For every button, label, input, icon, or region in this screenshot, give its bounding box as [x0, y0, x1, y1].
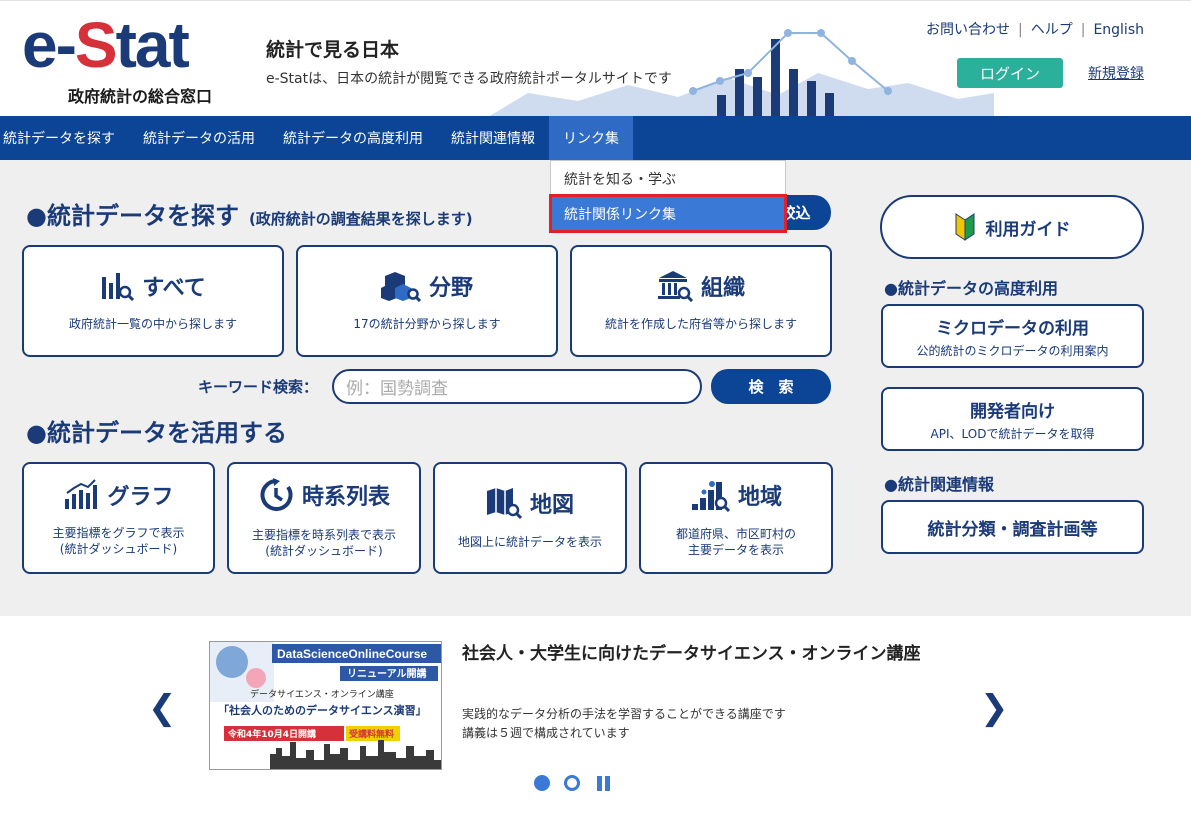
carousel-prev-icon[interactable]: ❮	[148, 688, 177, 728]
logo-wordmark: e-Stat	[22, 9, 190, 81]
card-graph[interactable]: グラフ 主要指標をグラフで表示 (統計ダッシュボード)	[22, 462, 215, 574]
microdata-title: ミクロデータの利用	[936, 318, 1089, 339]
card-all[interactable]: すべて 政府統計一覧の中から探します	[22, 245, 284, 357]
advanced-use-heading: ●統計データの高度利用	[884, 279, 1058, 298]
card-timeseries-desc-2: (統計ダッシュボード)	[265, 544, 383, 558]
banner-renewal: リニューアル開講	[347, 667, 427, 680]
card-organization-title: 組織	[700, 275, 745, 301]
graph-icon	[65, 479, 98, 509]
carousel-dot-active[interactable]	[534, 775, 550, 791]
logo-subtitle: 政府統計の総合窓口	[68, 87, 213, 106]
banner-desc-line-2: 講義は５週で構成されています	[462, 726, 630, 741]
links-dropdown-menu: 統計を知る・学ぶ 統計関係リンク集	[549, 160, 787, 233]
card-region-desc-2: 主要データを表示	[687, 543, 784, 557]
developer-button[interactable]: 開発者向け API、LODで統計データを取得	[881, 387, 1144, 451]
dropdown-item-learn[interactable]: 統計を知る・学ぶ	[551, 161, 785, 196]
card-field[interactable]: 分野 17の統計分野から探します	[296, 245, 558, 357]
card-organization-desc: 統計を作成した府省等から探します	[604, 316, 797, 331]
english-link[interactable]: English	[1093, 22, 1144, 38]
card-field-desc: 17の統計分野から探します	[353, 316, 501, 331]
guide-label: 利用ガイド	[985, 219, 1071, 240]
card-organization[interactable]: 組織 統計を作成した府省等から探します	[570, 245, 832, 357]
guide-button[interactable]: 利用ガイド	[880, 195, 1144, 259]
skyline-chart-illustration	[488, 29, 994, 117]
bar-chart-search-icon	[102, 272, 135, 301]
nav-use-data[interactable]: 統計データの活用	[129, 116, 269, 160]
nav-advanced-use[interactable]: 統計データの高度利用	[269, 116, 437, 160]
course-banner-image[interactable]: DataScienceOnlineCourse リニューアル開講 データサイエン…	[209, 641, 442, 770]
card-map-desc: 地図上に統計データを表示	[457, 534, 602, 549]
card-region-desc: 都道府県、市区町村の	[675, 526, 796, 541]
card-map-title: 地図	[529, 492, 574, 518]
nav-search-data[interactable]: 統計データを探す	[0, 116, 129, 160]
search-section-subtitle: (政府統計の調査結果を探します)	[248, 210, 473, 228]
carousel-next-icon[interactable]: ❯	[980, 688, 1009, 728]
banner-main-title: 「社会人のためのデータサイエンス演習」	[218, 703, 427, 717]
keyword-label: キーワード検索：	[198, 378, 319, 396]
card-timeseries[interactable]: 時系列表 主要指標を時系列表で表示 (統計ダッシュボード)	[227, 462, 421, 574]
card-graph-title: グラフ	[107, 484, 174, 510]
signup-link[interactable]: 新規登録	[1088, 63, 1144, 83]
nav-links[interactable]: リンク集	[549, 116, 633, 160]
card-graph-desc: 主要指標をグラフで表示	[52, 525, 185, 540]
banner-date: 令和4年10月4日開講	[227, 728, 316, 740]
classification-label: 統計分類・調査計画等	[927, 519, 1098, 540]
tagline-title: 統計で見る日本	[266, 39, 400, 61]
card-all-title: すべて	[142, 275, 206, 301]
related-info-heading: ●統計関連情報	[884, 475, 994, 494]
developer-desc: API、LODで統計データを取得	[930, 426, 1095, 441]
map-search-icon	[486, 487, 522, 519]
banner-title[interactable]: 社会人・大学生に向けたデータサイエンス・オンライン講座	[462, 641, 942, 667]
card-timeseries-desc: 主要指標を時系列表で表示	[251, 527, 396, 542]
site-header: e-Stat 政府統計の総合窓口 統計で見る日本 e-Statは、日本の統計が閲…	[0, 0, 1191, 117]
boxes-search-icon	[380, 271, 421, 302]
carousel-pause-icon[interactable]	[597, 776, 611, 791]
card-region[interactable]: 地域 都道府県、市区町村の 主要データを表示	[639, 462, 833, 574]
course-banner-graphic: DataScienceOnlineCourse リニューアル開講 データサイエン…	[210, 642, 441, 769]
banner-description: 実践的なデータ分析の手法を学習することができる講座です 講義は５週で構成されてい…	[462, 705, 786, 743]
card-timeseries-title: 時系列表	[301, 484, 390, 510]
utility-links: お問い合わせ | ヘルプ | English	[926, 22, 1144, 38]
microdata-button[interactable]: ミクロデータの利用 公的統計のミクロデータの利用案内	[881, 304, 1144, 368]
clock-icon	[260, 477, 293, 511]
region-chart-icon	[691, 480, 730, 512]
banner-course-name: DataScienceOnlineCourse	[277, 647, 427, 661]
login-button[interactable]: ログイン	[957, 58, 1063, 88]
developer-title: 開発者向け	[970, 401, 1055, 422]
classification-button[interactable]: 統計分類・調査計画等	[881, 500, 1144, 554]
help-link[interactable]: ヘルプ	[1031, 22, 1073, 38]
nav-related-info[interactable]: 統計関連情報	[437, 116, 549, 160]
dropdown-item-related-links[interactable]: 統計関係リンク集	[549, 194, 787, 233]
search-button[interactable]: 検 索	[711, 369, 831, 404]
card-region-title: 地域	[737, 484, 782, 510]
banner-subtitle: データサイエンス・オンライン講座	[250, 688, 394, 700]
card-field-title: 分野	[428, 275, 473, 301]
banner-free: 受講料無料	[349, 728, 394, 740]
keyword-search-input[interactable]: 例：国勢調査	[332, 369, 702, 404]
card-graph-desc-2: (統計ダッシュボード)	[59, 542, 178, 556]
microdata-desc: 公的統計のミクロデータの利用案内	[916, 343, 1109, 358]
main-nav: 統計データを探す 統計データの活用 統計データの高度利用 統計関連情報 リンク集	[0, 116, 1191, 160]
use-section-title: ●統計データを活用する	[26, 419, 287, 447]
contact-link[interactable]: お問い合わせ	[926, 22, 1010, 38]
building-search-icon	[657, 270, 693, 302]
card-all-desc: 政府統計一覧の中から探します	[68, 316, 237, 331]
search-section-title: ●統計データを探す (政府統計の調査結果を探します)	[26, 202, 473, 230]
banner-desc-line-1: 実践的なデータ分析の手法を学習することができる講座です	[462, 707, 786, 721]
beginner-mark-icon	[955, 213, 974, 241]
estat-logo[interactable]: e-Stat 政府統計の総合窓口	[22, 9, 222, 106]
carousel-dot[interactable]	[564, 775, 580, 791]
card-map[interactable]: 地図 地図上に統計データを表示	[433, 462, 627, 574]
